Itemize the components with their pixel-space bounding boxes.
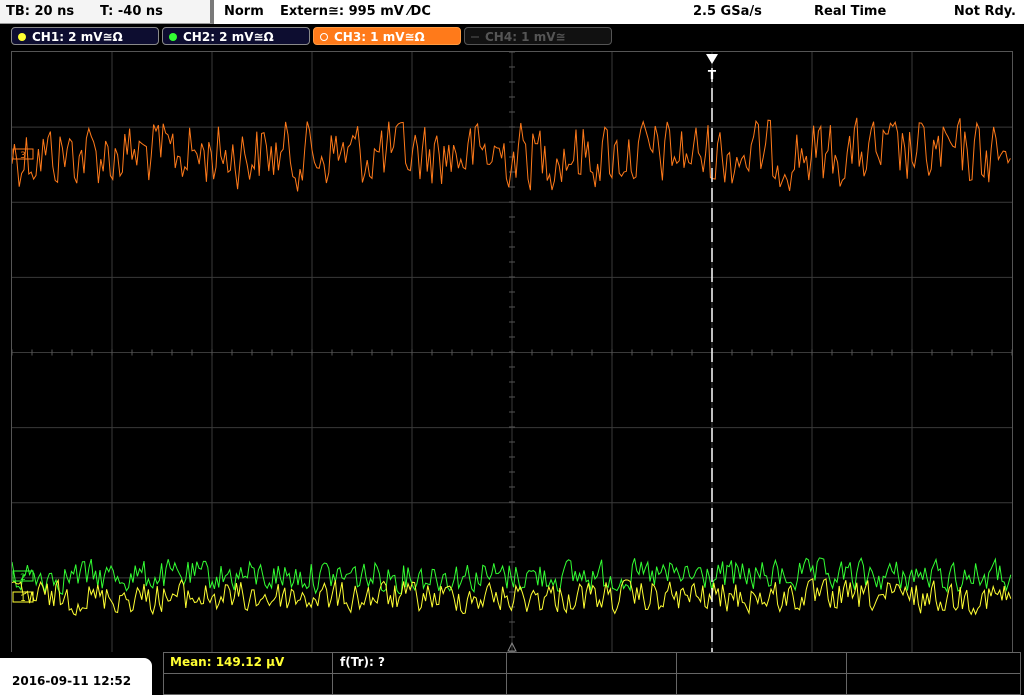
datetime-box: 2016-09-11 12:52 <box>0 658 152 695</box>
ch4-label: CH4: 1 mV≅ <box>485 30 566 44</box>
ch3-indicator-icon <box>320 33 328 41</box>
trigger-position-label: T <box>708 68 717 82</box>
channel-tab-ch2[interactable]: CH2: 2 mV≅Ω <box>162 27 310 45</box>
measurement-col-divider <box>676 653 677 694</box>
trigger-offset-readout[interactable]: T: -40 ns <box>100 4 163 19</box>
measurement-col-divider <box>846 653 847 694</box>
datetime: 2016-09-11 12:52 <box>12 674 132 688</box>
ch3-label: CH3: 1 mV≅Ω <box>334 30 425 44</box>
frequency-measurement: f(Tr): ? <box>340 655 385 669</box>
ch2-offset-marker-label: 2 <box>20 573 26 583</box>
measurement-col-divider <box>332 653 333 694</box>
ch3-offset-marker-label: 3 <box>20 151 26 161</box>
measurement-panel[interactable]: Mean: 149.12 µV f(Tr): ? <box>163 652 1021 695</box>
mean-measurement: Mean: 149.12 µV <box>170 655 285 669</box>
acquisition-mode[interactable]: Real Time <box>814 4 886 19</box>
ch3-waveform <box>11 117 1011 192</box>
channel-tab-ch3[interactable]: CH3: 1 mV≅Ω <box>313 27 461 45</box>
sample-rate[interactable]: 2.5 GSa/s <box>693 4 762 19</box>
timebase-readout[interactable]: TB: 20 ns <box>6 4 74 19</box>
ch1-label: CH1: 2 mV≅Ω <box>32 30 123 44</box>
ch1-offset-marker-label: 1 <box>20 594 26 604</box>
channel-bar: CH1: 2 mV≅Ω CH2: 2 mV≅Ω CH3: 1 mV≅Ω CH4:… <box>0 24 1024 50</box>
channel-tab-ch1[interactable]: CH1: 2 mV≅Ω <box>11 27 159 45</box>
traces <box>11 117 1012 616</box>
measurement-col-divider <box>506 653 507 694</box>
acquisition-status: Not Rdy. <box>953 4 1016 19</box>
trigger-source[interactable]: Extern≅: 995 mV ⁄DC <box>280 4 431 19</box>
waveform-display[interactable]: 3 2 1 T <box>11 51 1013 654</box>
trigger-arrow-icon <box>706 54 718 64</box>
status-bar: TB: 20 ns T: -40 ns Norm Extern≅: 995 mV… <box>0 0 1024 24</box>
ch2-label: CH2: 2 mV≅Ω <box>183 30 274 44</box>
ch1-waveform <box>11 578 1012 616</box>
ch1-indicator-icon <box>18 33 26 41</box>
ch2-indicator-icon <box>169 33 177 41</box>
waveform-canvas: 3 2 1 T <box>11 51 1013 653</box>
trigger-mode[interactable]: Norm <box>224 4 264 19</box>
measurement-row-divider <box>164 673 1020 674</box>
channel-tab-ch4[interactable]: CH4: 1 mV≅ <box>464 27 612 45</box>
ch4-indicator-icon <box>471 36 479 38</box>
